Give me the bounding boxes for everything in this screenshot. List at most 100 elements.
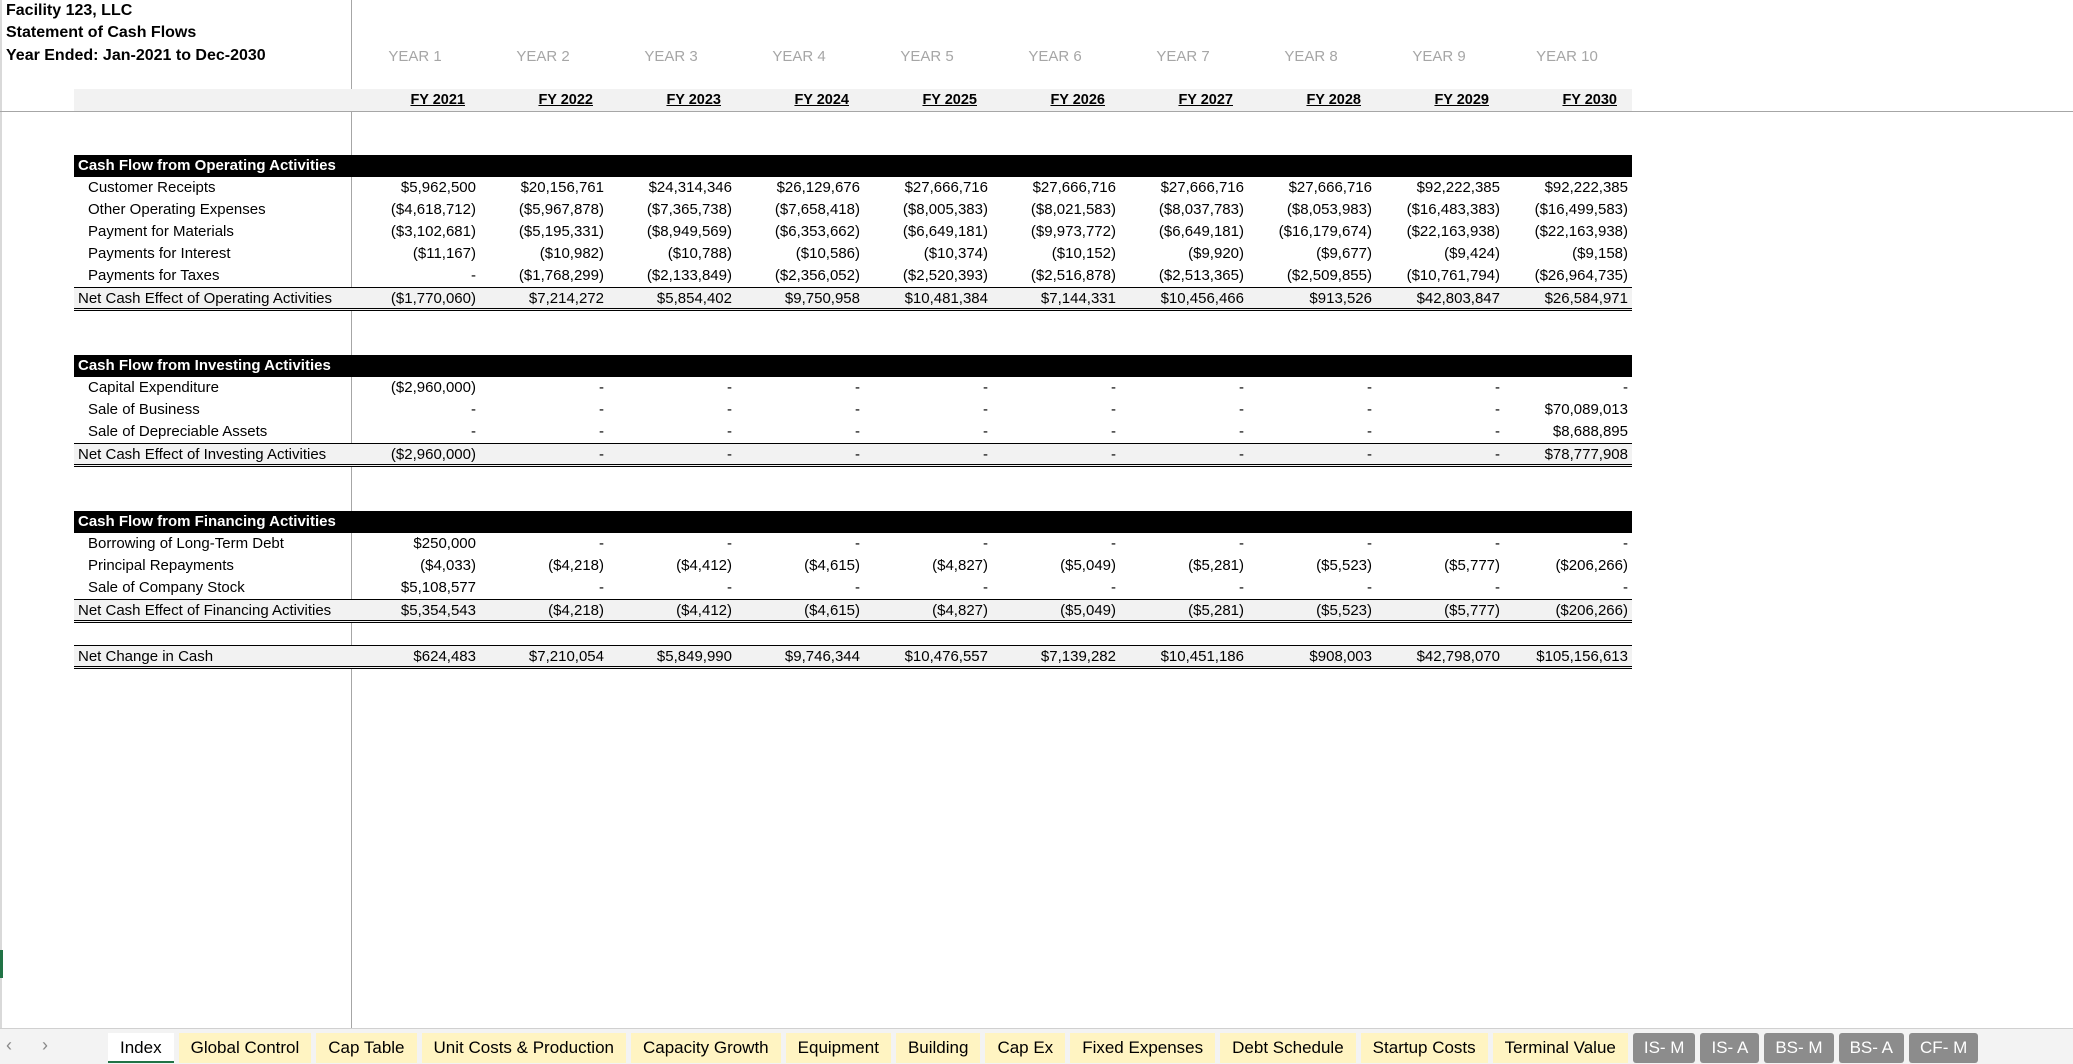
- value-cell[interactable]: -: [1375, 533, 1503, 555]
- value-cell[interactable]: ($2,516,878): [991, 265, 1119, 287]
- value-cell[interactable]: $26,129,676: [735, 177, 863, 199]
- year-header-cell[interactable]: YEAR 4: [735, 46, 863, 68]
- total-value-cell[interactable]: -: [863, 444, 991, 466]
- line-item-label[interactable]: Sale of Company Stock: [88, 577, 245, 599]
- value-cell[interactable]: -: [863, 377, 991, 399]
- value-cell[interactable]: -: [735, 377, 863, 399]
- value-cell[interactable]: ($10,788): [607, 243, 735, 265]
- line-item-label[interactable]: Principal Repayments: [88, 555, 234, 577]
- total-value-cell[interactable]: $10,456,466: [1119, 288, 1247, 310]
- net-change-value-cell[interactable]: $9,746,344: [735, 646, 863, 668]
- sheet-tab-global-control[interactable]: Global Control: [178, 1033, 312, 1063]
- value-cell[interactable]: ($206,266): [1503, 555, 1631, 577]
- value-cell[interactable]: $5,962,500: [351, 177, 479, 199]
- value-cell[interactable]: ($22,163,938): [1503, 221, 1631, 243]
- value-cell[interactable]: -: [1503, 577, 1631, 599]
- value-cell[interactable]: -: [1375, 399, 1503, 421]
- value-cell[interactable]: -: [607, 399, 735, 421]
- total-value-cell[interactable]: $7,144,331: [991, 288, 1119, 310]
- value-cell[interactable]: ($5,967,878): [479, 199, 607, 221]
- fiscal-year-cell[interactable]: FY 2028: [1247, 89, 1375, 111]
- value-cell[interactable]: $5,108,577: [351, 577, 479, 599]
- fiscal-year-cell[interactable]: FY 2022: [479, 89, 607, 111]
- net-change-row[interactable]: Net Change in Cash $624,483 $7,210,054 $5,…: [74, 645, 1632, 669]
- sheet-tab-equipment[interactable]: Equipment: [785, 1033, 891, 1063]
- value-cell[interactable]: -: [735, 577, 863, 599]
- value-cell[interactable]: ($11,167): [351, 243, 479, 265]
- value-cell[interactable]: ($2,509,855): [1247, 265, 1375, 287]
- value-cell[interactable]: -: [1119, 377, 1247, 399]
- year-header-cell[interactable]: YEAR 8: [1247, 46, 1375, 68]
- value-cell[interactable]: -: [1119, 533, 1247, 555]
- value-cell[interactable]: ($9,158): [1503, 243, 1631, 265]
- net-change-value-cell[interactable]: $42,798,070: [1375, 646, 1503, 668]
- value-cell[interactable]: -: [735, 421, 863, 443]
- value-cell[interactable]: -: [1119, 421, 1247, 443]
- sheet-tab-bs-a[interactable]: BS- A: [1838, 1033, 1905, 1063]
- section-total-label[interactable]: Net Cash Effect of Investing Activities: [78, 444, 326, 466]
- value-cell[interactable]: $92,222,385: [1375, 177, 1503, 199]
- scroll-tabs-left-icon[interactable]: ‹: [0, 1035, 18, 1056]
- total-value-cell[interactable]: $7,214,272: [479, 288, 607, 310]
- value-cell[interactable]: -: [1247, 377, 1375, 399]
- value-cell[interactable]: ($5,049): [991, 555, 1119, 577]
- value-cell[interactable]: ($7,365,738): [607, 199, 735, 221]
- value-cell[interactable]: $27,666,716: [991, 177, 1119, 199]
- value-cell[interactable]: ($10,982): [479, 243, 607, 265]
- value-cell[interactable]: -: [479, 577, 607, 599]
- total-value-cell[interactable]: ($4,412): [607, 600, 735, 622]
- sheet-tab-building[interactable]: Building: [895, 1033, 981, 1063]
- value-cell[interactable]: -: [991, 577, 1119, 599]
- line-item-label[interactable]: Capital Expenditure: [88, 377, 219, 399]
- value-cell[interactable]: ($6,649,181): [1119, 221, 1247, 243]
- line-item-label[interactable]: Payments for Taxes: [88, 265, 219, 287]
- value-cell[interactable]: ($3,102,681): [351, 221, 479, 243]
- total-value-cell[interactable]: -: [1119, 444, 1247, 466]
- value-cell[interactable]: ($5,195,331): [479, 221, 607, 243]
- total-value-cell[interactable]: -: [1375, 444, 1503, 466]
- year-header-cell[interactable]: YEAR 5: [863, 46, 991, 68]
- value-cell[interactable]: -: [1247, 399, 1375, 421]
- value-cell[interactable]: ($2,513,365): [1119, 265, 1247, 287]
- total-value-cell[interactable]: -: [1247, 444, 1375, 466]
- value-cell[interactable]: -: [607, 421, 735, 443]
- value-cell[interactable]: -: [991, 421, 1119, 443]
- value-cell[interactable]: ($8,037,783): [1119, 199, 1247, 221]
- value-cell[interactable]: ($4,615): [735, 555, 863, 577]
- value-cell[interactable]: $70,089,013: [1503, 399, 1631, 421]
- total-value-cell[interactable]: -: [735, 444, 863, 466]
- year-header-cell[interactable]: YEAR 10: [1503, 46, 1631, 68]
- total-value-cell[interactable]: $26,584,971: [1503, 288, 1631, 310]
- sheet-tab-startup-costs[interactable]: Startup Costs: [1360, 1033, 1488, 1063]
- value-cell[interactable]: -: [735, 533, 863, 555]
- net-change-value-cell[interactable]: $7,139,282: [991, 646, 1119, 668]
- year-header-cell[interactable]: YEAR 2: [479, 46, 607, 68]
- value-cell[interactable]: ($5,281): [1119, 555, 1247, 577]
- value-cell[interactable]: -: [1375, 421, 1503, 443]
- value-cell[interactable]: -: [863, 533, 991, 555]
- value-cell[interactable]: -: [1375, 377, 1503, 399]
- value-cell[interactable]: -: [479, 377, 607, 399]
- value-cell[interactable]: -: [479, 421, 607, 443]
- value-cell[interactable]: -: [1119, 399, 1247, 421]
- total-value-cell[interactable]: $9,750,958: [735, 288, 863, 310]
- sheet-tab-cf-m[interactable]: CF- M: [1909, 1033, 1979, 1063]
- value-cell[interactable]: ($4,412): [607, 555, 735, 577]
- value-cell[interactable]: -: [863, 399, 991, 421]
- sheet-tab-is-a[interactable]: IS- A: [1700, 1033, 1760, 1063]
- value-cell[interactable]: $27,666,716: [863, 177, 991, 199]
- line-item-label[interactable]: Sale of Business: [88, 399, 200, 421]
- value-cell[interactable]: ($5,777): [1375, 555, 1503, 577]
- value-cell[interactable]: ($26,964,735): [1503, 265, 1631, 287]
- sheet-tab-fixed-expenses[interactable]: Fixed Expenses: [1070, 1033, 1216, 1063]
- value-cell[interactable]: -: [1247, 533, 1375, 555]
- value-cell[interactable]: -: [863, 421, 991, 443]
- net-change-value-cell[interactable]: $10,451,186: [1119, 646, 1247, 668]
- section-total-label[interactable]: Net Cash Effect of Operating Activities: [78, 288, 332, 310]
- net-change-value-cell[interactable]: $5,849,990: [607, 646, 735, 668]
- value-cell[interactable]: ($6,353,662): [735, 221, 863, 243]
- total-value-cell[interactable]: ($5,523): [1247, 600, 1375, 622]
- sheet-tab-debt-schedule[interactable]: Debt Schedule: [1220, 1033, 1356, 1063]
- year-header-cell[interactable]: YEAR 1: [351, 46, 479, 68]
- value-cell[interactable]: -: [351, 265, 479, 287]
